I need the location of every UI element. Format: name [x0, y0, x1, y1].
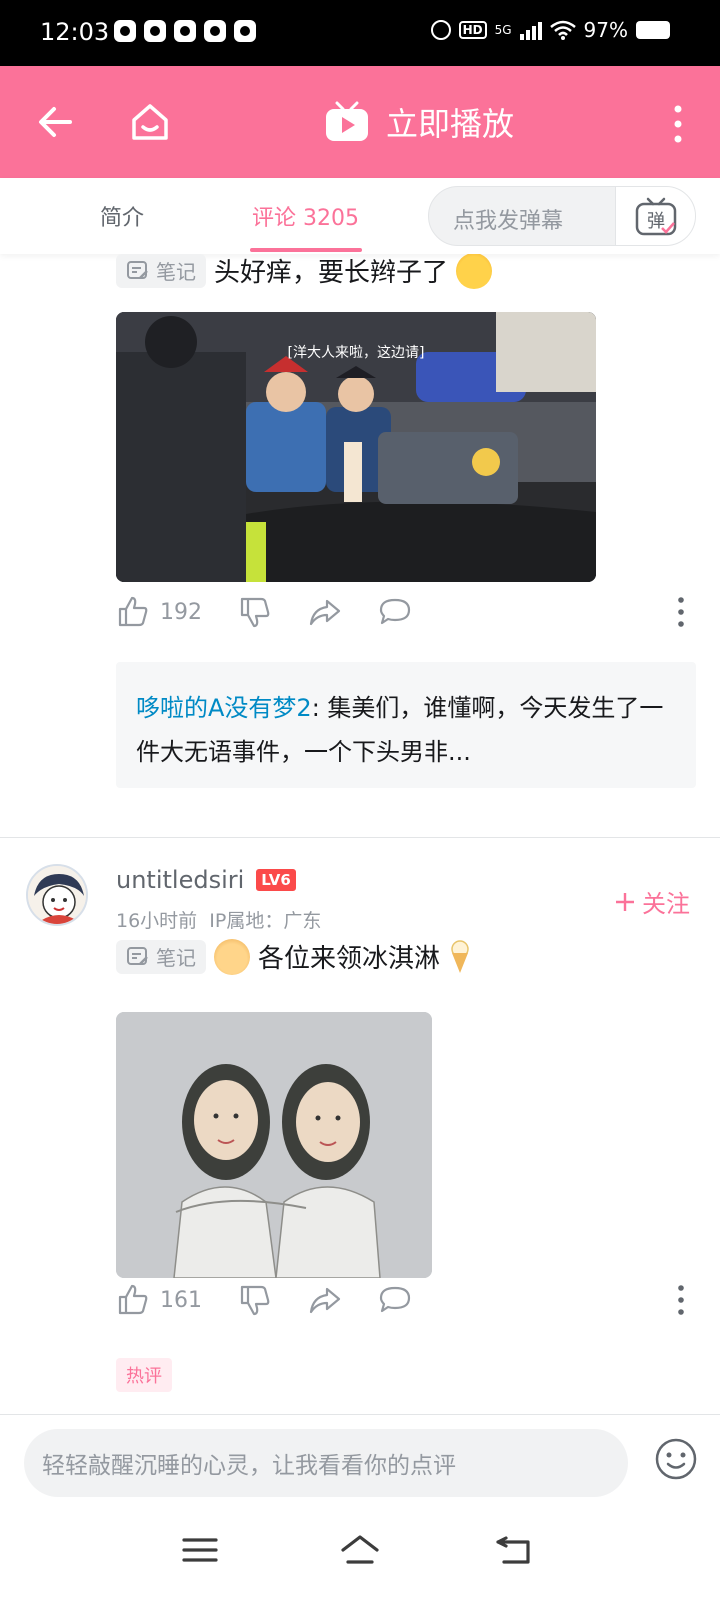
comment-more-icon[interactable]	[676, 1284, 686, 1316]
plus-icon	[616, 892, 634, 911]
surprised-emoji-icon	[456, 254, 493, 289]
note-tag[interactable]: 笔记	[116, 254, 206, 288]
battery-icon	[636, 21, 670, 39]
tab-intro[interactable]: 简介	[100, 200, 144, 232]
note-icon	[127, 946, 148, 965]
comment-text: 各位来领冰淇淋	[258, 944, 441, 974]
note-tag[interactable]: 笔记	[116, 939, 206, 974]
hd-icon: HD	[458, 21, 487, 39]
follow-label: 关注	[642, 890, 690, 918]
comment-text-row: 笔记 头好痒，要长辫子了	[116, 254, 493, 289]
reply-button[interactable]	[378, 595, 412, 629]
reply-button[interactable]	[378, 1283, 412, 1317]
comment-list[interactable]: 笔记 头好痒，要长辫子了 [洋大人来啦，这边请] 192 哆啦的A没有梦2: 集…	[0, 254, 720, 1414]
ip-location: IP属地：广东	[209, 910, 322, 932]
follow-button[interactable]: 关注	[614, 884, 690, 919]
avatar-image	[28, 866, 86, 924]
network-label: 5G	[494, 23, 512, 37]
status-time: 12:03	[40, 18, 110, 46]
top-app-bar: 立即播放	[0, 66, 720, 178]
menu-icon[interactable]	[180, 1532, 220, 1568]
danmaku-bar: 点我发弹幕 弹	[428, 186, 696, 246]
like-button[interactable]: 192	[116, 595, 202, 629]
share-button[interactable]	[308, 595, 342, 629]
chat-bubble-icon	[379, 598, 411, 625]
thumbs-down-icon	[240, 1285, 270, 1316]
comment-compose-bar: 轻轻敲醒沉睡的心灵，让我看看你的点评	[0, 1414, 720, 1500]
ice-cream-icon	[451, 939, 469, 973]
play-now-label: 立即播放	[386, 105, 515, 143]
reply-username[interactable]: 哆啦的A没有梦2	[136, 694, 312, 722]
comment-input[interactable]: 轻轻敲醒沉睡的心灵，让我看看你的点评	[24, 1429, 628, 1497]
like-count: 161	[160, 1287, 202, 1313]
dislike-button[interactable]	[238, 1283, 272, 1317]
like-count: 192	[160, 599, 202, 625]
sync-icon	[204, 20, 226, 42]
thumbs-up-icon	[118, 1284, 148, 1315]
comment-divider	[0, 837, 720, 838]
status-bar: 12:03 HD 5G 97%	[0, 0, 720, 66]
comment-actions: 192	[116, 592, 686, 632]
image-caption: [洋大人来啦，这边请]	[288, 344, 425, 361]
share-icon	[309, 1287, 341, 1314]
thumbs-up-icon	[118, 596, 148, 627]
danmaku-input[interactable]: 点我发弹幕	[453, 203, 563, 235]
wechat-icon	[114, 20, 136, 42]
more-vertical-icon[interactable]	[672, 104, 684, 144]
danmaku-toggle-button[interactable]: 弹	[615, 187, 695, 245]
level-badge: LV6	[256, 869, 296, 891]
username[interactable]: untitledsiri	[116, 866, 244, 894]
chat-bubble-icon	[379, 1286, 411, 1313]
battery-percent: 97%	[583, 18, 628, 42]
alarm-icon	[430, 20, 451, 40]
system-nav-bar	[0, 1500, 720, 1600]
reply-preview[interactable]: 哆啦的A没有梦2: 集美们，谁懂啊，今天发生了一件大无语事件，一个下头男非...	[116, 662, 696, 788]
cartoon-girls-image	[116, 1012, 432, 1278]
bag-icon	[234, 20, 256, 42]
comment-meta: 16小时前 IP属地：广东	[116, 906, 321, 933]
dislike-button[interactable]	[238, 595, 272, 629]
comment-actions: 161	[116, 1280, 686, 1320]
comment-time: 16小时前	[116, 910, 198, 932]
compass-icon	[144, 20, 166, 42]
comment-more-icon[interactable]	[676, 596, 686, 628]
doge-emoji-icon	[214, 938, 250, 975]
comment-image[interactable]	[116, 1012, 432, 1278]
share-button[interactable]	[308, 1283, 342, 1317]
app-icon	[174, 20, 196, 42]
note-icon	[127, 260, 148, 279]
thumbs-down-icon	[240, 597, 270, 628]
like-button[interactable]: 161	[116, 1283, 202, 1317]
signal-icon	[519, 20, 542, 40]
wifi-icon	[549, 20, 576, 40]
notification-icons	[114, 20, 256, 42]
comment-image[interactable]: [洋大人来啦，这边请]	[116, 312, 596, 582]
comment-text: 头好痒，要长辫子了	[214, 258, 449, 288]
back-nav-icon[interactable]	[494, 1532, 534, 1568]
active-tab-indicator	[250, 248, 362, 252]
emoji-icon[interactable]	[654, 1437, 698, 1481]
note-tag-label: 笔记	[156, 946, 196, 970]
danmaku-tv-icon: 弹	[635, 197, 676, 236]
home-nav-icon[interactable]	[340, 1532, 380, 1568]
play-now-button[interactable]: 立即播放	[324, 98, 514, 146]
note-tag-label: 笔记	[156, 260, 196, 284]
share-icon	[309, 599, 341, 626]
tv-play-icon	[326, 101, 368, 141]
home-icon[interactable]	[128, 100, 172, 144]
expo-photo: [洋大人来啦，这边请]	[116, 312, 596, 582]
system-icons: HD 5G 97%	[430, 18, 670, 42]
back-arrow-icon[interactable]	[36, 102, 76, 142]
comment-text-row: 笔记 各位来领冰淇淋	[116, 938, 472, 975]
avatar[interactable]	[26, 864, 88, 926]
hot-comment-badge: 热评	[116, 1358, 172, 1392]
tab-comments[interactable]: 评论 3205	[252, 200, 359, 232]
comment-author-row: untitledsiri LV6	[116, 866, 296, 894]
video-tabs: 简介 评论 3205 点我发弹幕 弹	[0, 178, 720, 254]
